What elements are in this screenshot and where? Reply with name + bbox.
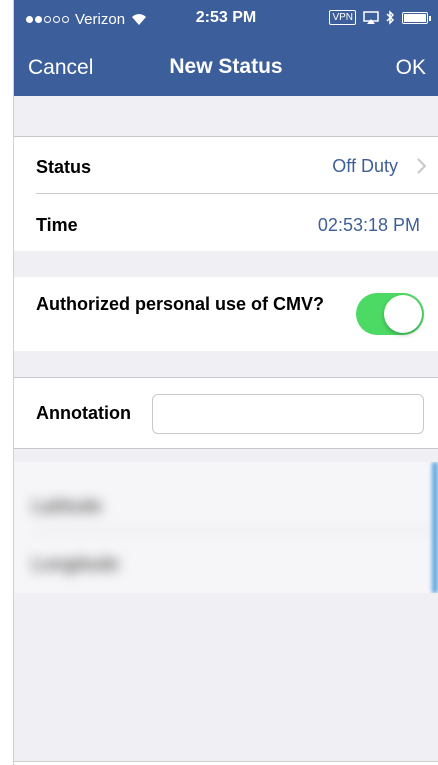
blurred-content: Latitude Longitude: [14, 462, 438, 593]
bluetooth-icon: [386, 10, 395, 25]
location-section-blurred: Latitude Longitude: [14, 462, 438, 593]
vpn-badge: VPN: [329, 10, 356, 25]
personal-use-section: Authorized personal use of CMV?: [14, 277, 438, 351]
status-bar: Verizon 2:53 PM VPN: [14, 0, 438, 40]
personal-use-label: Authorized personal use of CMV?: [36, 294, 325, 314]
battery-icon: [402, 11, 431, 24]
time-label: Time: [36, 215, 78, 235]
status-bar-right: VPN: [329, 10, 431, 25]
ok-button[interactable]: OK: [396, 56, 426, 80]
annotation-section: Annotation: [14, 377, 438, 449]
section-top-border: [14, 377, 438, 378]
annotation-label: Annotation: [36, 403, 131, 423]
status-time-section: Status Off Duty Time 02:53:18 PM: [14, 136, 438, 251]
latitude-label: Latitude: [32, 496, 102, 516]
time-value: 02:53:18 PM: [317, 215, 420, 235]
personal-use-toggle[interactable]: [356, 293, 424, 335]
status-label: Status: [36, 157, 92, 177]
page-title: New Status: [169, 55, 283, 78]
blurred-accent-bar: [432, 462, 438, 593]
time-row: Time 02:53:18 PM: [14, 194, 438, 251]
toggle-knob: [384, 295, 422, 333]
longitude-label: Longitude: [32, 554, 119, 574]
top-bar: Verizon 2:53 PM VPN Cancel New Status OK: [14, 0, 438, 96]
blurred-separator: [32, 530, 438, 531]
frame-bottom-rule: [13, 761, 438, 762]
status-row[interactable]: Status Off Duty: [14, 136, 438, 193]
phone-screen: Verizon 2:53 PM VPN Cancel New Status OK…: [14, 0, 438, 761]
screenshot-frame: Verizon 2:53 PM VPN Cancel New Status OK…: [0, 0, 438, 765]
status-value: Off Duty: [332, 156, 398, 176]
navigation-bar: Cancel New Status OK: [14, 40, 438, 96]
airplay-icon: [363, 11, 379, 24]
section-bottom-border: [14, 448, 438, 449]
annotation-input[interactable]: [152, 394, 424, 434]
chevron-right-icon: [417, 158, 426, 174]
